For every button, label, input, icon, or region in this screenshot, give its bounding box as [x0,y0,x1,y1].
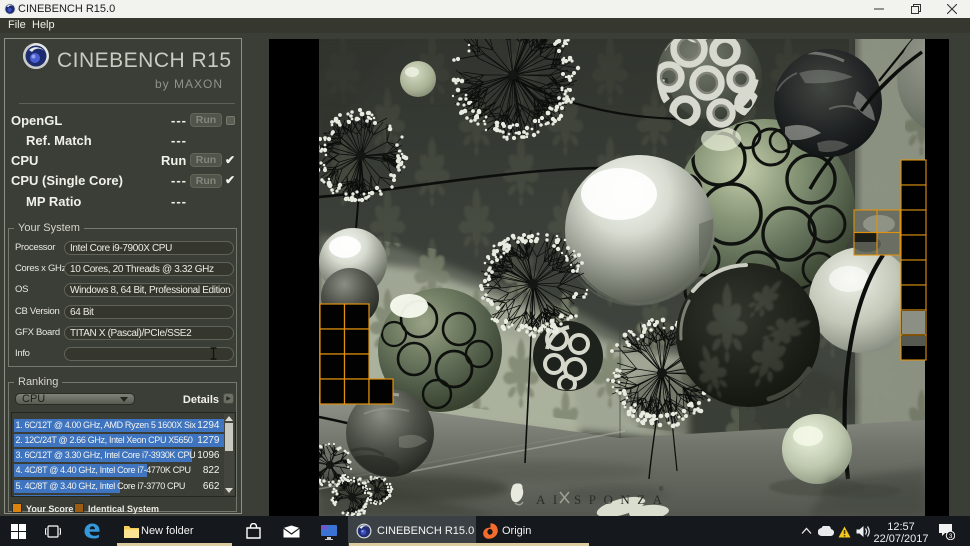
svg-text:®: ® [659,486,664,493]
svg-text:3: 3 [949,533,953,540]
svg-text:SPONZA: SPONZA [574,492,670,507]
svg-text:AI: AI [536,492,565,507]
